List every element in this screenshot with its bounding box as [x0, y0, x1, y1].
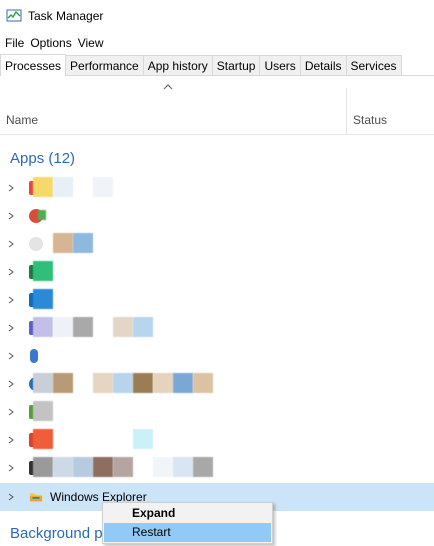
tab-startup[interactable]: Startup [211, 55, 261, 75]
obscured-label [133, 317, 153, 337]
obscured-label [33, 401, 53, 421]
chevron-right-icon[interactable] [8, 184, 14, 192]
chevron-right-icon[interactable] [8, 436, 14, 444]
tab-users[interactable]: Users [259, 55, 301, 75]
obscured-label [53, 457, 73, 477]
obscured-label [33, 289, 53, 309]
obscured-label [193, 373, 213, 393]
menu-options[interactable]: Options [29, 36, 76, 50]
obscured-label [33, 429, 53, 449]
column-header-name[interactable]: Name [6, 113, 38, 127]
obscured-label [33, 261, 53, 281]
obscured-label [53, 177, 73, 197]
chevron-right-icon[interactable] [8, 380, 14, 388]
task-manager-icon [6, 9, 22, 22]
title-bar: Task Manager [0, 0, 434, 32]
obscured-label [133, 373, 153, 393]
chevron-right-icon[interactable] [8, 212, 14, 220]
group-header-apps: Apps (12) [10, 150, 76, 167]
tab-processes[interactable]: Processes [0, 54, 67, 76]
app-icon [30, 349, 38, 363]
chevron-right-icon[interactable] [8, 296, 14, 304]
process-row[interactable] [0, 286, 434, 314]
column-header-area: Name Status [0, 76, 434, 135]
obscured-label [153, 373, 173, 393]
obscured-label [193, 457, 213, 477]
obscured-label [38, 210, 46, 220]
process-row[interactable] [0, 398, 434, 426]
chevron-right-icon[interactable] [8, 324, 14, 332]
obscured-label [73, 233, 93, 253]
process-row[interactable] [0, 174, 434, 202]
chevron-right-icon[interactable] [8, 493, 14, 501]
obscured-label [33, 373, 53, 393]
process-row[interactable] [0, 454, 434, 482]
menu-bar: File Options View [0, 32, 434, 54]
group-header-background: Background p [10, 525, 103, 542]
obscured-label [53, 233, 73, 253]
chevron-right-icon[interactable] [8, 352, 14, 360]
tab-services[interactable]: Services [345, 55, 402, 75]
chevron-right-icon[interactable] [8, 268, 14, 276]
context-menu: Expand Restart [102, 502, 273, 544]
obscured-label [93, 177, 113, 197]
obscured-label [173, 457, 193, 477]
obscured-label [33, 177, 53, 197]
tab-details[interactable]: Details [299, 55, 347, 75]
obscured-label [33, 457, 53, 477]
obscured-label [93, 457, 113, 477]
obscured-label [53, 317, 73, 337]
process-row[interactable] [0, 342, 434, 370]
process-row[interactable] [0, 230, 434, 258]
sort-ascending-icon[interactable] [163, 82, 173, 92]
process-row[interactable] [0, 314, 434, 342]
obscured-label [113, 457, 133, 477]
context-menu-restart[interactable]: Restart [104, 523, 271, 542]
process-row[interactable] [0, 370, 434, 398]
obscured-label [153, 457, 173, 477]
tab-strip: Processes Performance App history Startu… [0, 54, 434, 76]
obscured-label [113, 317, 133, 337]
context-menu-expand[interactable]: Expand [104, 504, 271, 523]
tab-app-history[interactable]: App history [142, 55, 213, 75]
tab-performance[interactable]: Performance [65, 55, 144, 75]
column-header-status[interactable]: Status [353, 113, 387, 127]
obscured-label [173, 373, 193, 393]
folder-icon [29, 493, 43, 502]
obscured-label [53, 373, 73, 393]
obscured-label [133, 429, 153, 449]
obscured-label [93, 373, 113, 393]
column-divider[interactable] [346, 88, 347, 134]
obscured-label [73, 317, 93, 337]
obscured-label [113, 373, 133, 393]
process-row[interactable] [0, 258, 434, 286]
chevron-right-icon[interactable] [8, 464, 14, 472]
process-row[interactable] [0, 426, 434, 454]
app-icon [29, 237, 43, 251]
obscured-label [33, 317, 53, 337]
chevron-right-icon[interactable] [8, 408, 14, 416]
menu-view[interactable]: View [77, 36, 109, 50]
menu-file[interactable]: File [4, 36, 29, 50]
obscured-label [73, 457, 93, 477]
window-title: Task Manager [28, 9, 104, 23]
process-row[interactable] [0, 202, 434, 230]
chevron-right-icon[interactable] [8, 240, 14, 248]
